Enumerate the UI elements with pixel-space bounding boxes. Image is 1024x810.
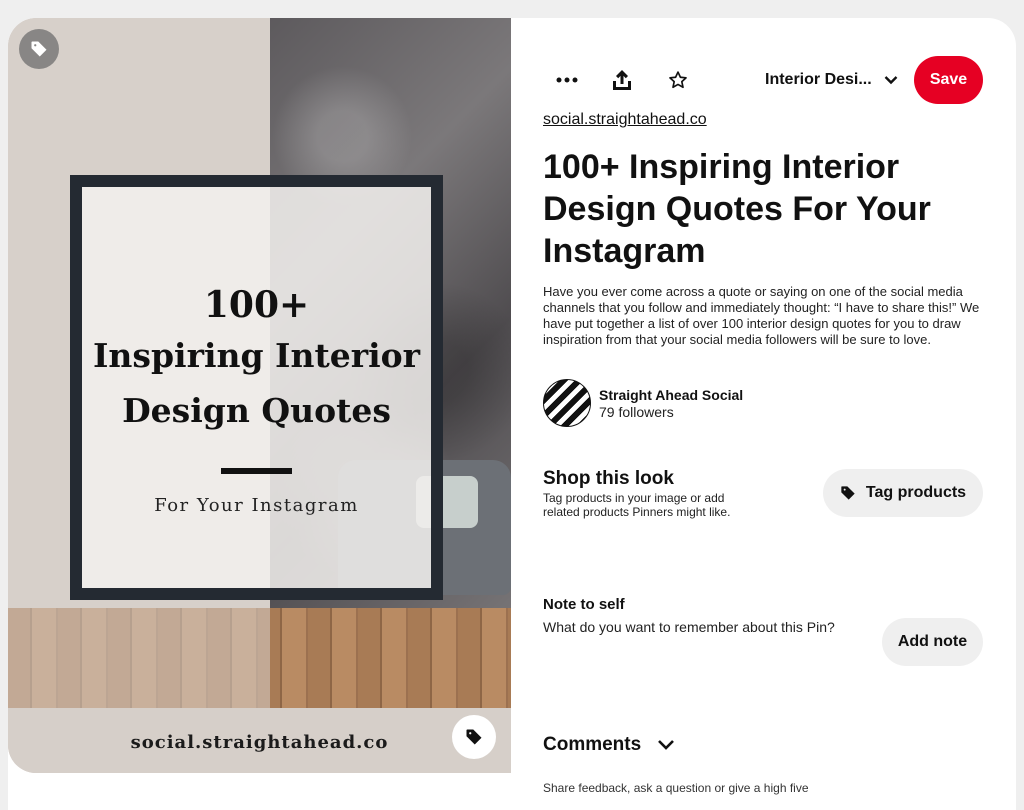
quote-title: 100+ Inspiring Interior Design Quotes [82,282,431,438]
shop-title: Shop this look [543,468,674,489]
comments-title: Comments [543,734,642,755]
quote-frame: 100+ Inspiring Interior Design Quotes Fo… [70,175,443,600]
comments-toggle[interactable]: Comments [543,734,675,756]
board-name: Interior Desi... [765,71,872,88]
more-icon[interactable] [550,63,584,97]
creator-name[interactable]: Straight Ahead Social [599,387,743,403]
image-floor-fade [8,608,270,708]
note-title: Note to self [543,596,625,613]
pin-card: 100+ Inspiring Interior Design Quotes Fo… [8,18,1016,810]
image-footer-text: social.straightahead.co [130,732,389,753]
tag-products-button[interactable]: Tag products [823,469,983,517]
quote-subtitle: For Your Instagram [154,495,359,516]
tag-icon[interactable] [19,29,59,69]
pin-description: Have you ever come across a quote or say… [543,284,980,347]
quote-line-2: Inspiring Interior [92,336,421,375]
pin-image[interactable]: 100+ Inspiring Interior Design Quotes Fo… [8,18,511,773]
chevron-down-icon [884,76,898,85]
creator-followers: 79 followers [599,404,674,420]
source-link[interactable]: social.straightahead.co [543,111,707,129]
tag-products-label: Tag products [865,484,967,501]
pin-title: 100+ Inspiring Interior Design Quotes Fo… [543,148,931,270]
star-icon[interactable] [661,63,695,97]
quote-line-3: Design Quotes [122,391,391,430]
board-select[interactable]: Interior Desi... [765,71,898,89]
chevron-down-icon [658,740,675,750]
add-note-button[interactable]: Add note [882,618,983,666]
avatar[interactable] [543,379,591,427]
tag-products-icon[interactable] [452,715,496,759]
shop-description: Tag products in your image or add relate… [543,491,731,519]
note-description: What do you want to remember about this … [543,619,835,635]
share-icon[interactable] [605,63,639,97]
comments-hint: Share feedback, ask a question or give a… [543,781,809,795]
save-button[interactable]: Save [914,56,983,104]
tag-icon [841,486,855,500]
quote-line-1: 100+ [203,284,310,326]
quote-divider [221,468,292,474]
